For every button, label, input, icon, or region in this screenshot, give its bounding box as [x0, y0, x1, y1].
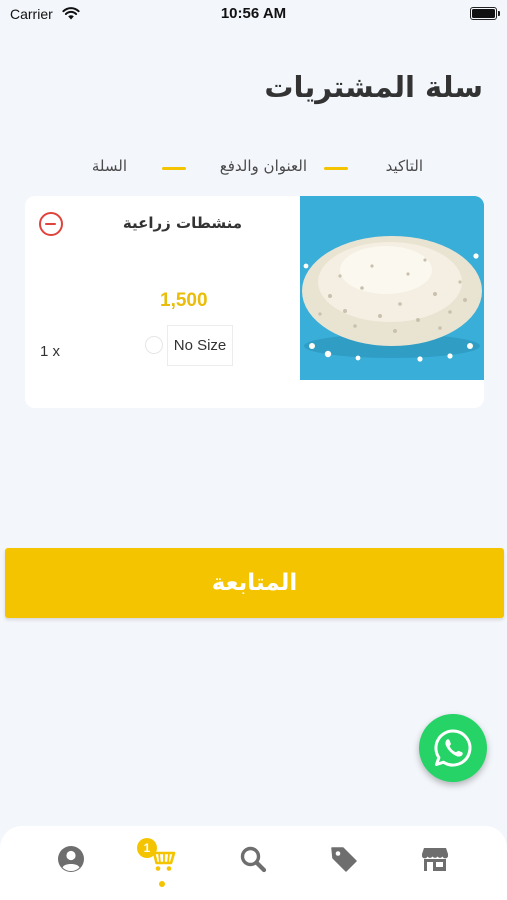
product-image	[300, 196, 484, 380]
step-address-payment: العنوان والدفع	[219, 157, 307, 175]
active-tab-indicator	[159, 881, 165, 887]
step-confirm: التاكيد	[385, 157, 423, 175]
cart-item-card: منشطات زراعية 1,500 1 x No Size	[25, 196, 484, 408]
user-icon	[58, 846, 84, 872]
step-separator	[162, 167, 186, 170]
checkout-steps: التاكيد العنوان والدفع السلة	[0, 155, 507, 181]
size-option[interactable]: No Size	[167, 325, 233, 366]
tab-profile[interactable]	[51, 840, 91, 880]
battery-icon	[470, 7, 500, 20]
product-name: منشطات زراعية	[122, 214, 242, 232]
product-price: 1,500	[160, 290, 208, 311]
store-icon	[422, 848, 448, 871]
tab-offers[interactable]	[324, 840, 364, 880]
clock: 10:56 AM	[220, 5, 287, 22]
whatsapp-button[interactable]	[419, 714, 487, 782]
item-quantity: 1 x	[40, 343, 61, 360]
tab-search[interactable]	[233, 840, 273, 880]
tab-bar: 1	[0, 826, 507, 900]
page-title: سلة المشتريات	[264, 70, 483, 104]
size-radio[interactable]	[145, 336, 163, 354]
cart-count-badge: 1	[137, 838, 157, 858]
tab-store[interactable]	[415, 840, 455, 880]
remove-item-icon[interactable]	[39, 212, 63, 236]
step-separator	[324, 167, 348, 170]
step-cart: السلة	[91, 157, 127, 175]
status-bar: Carrier 10:56 AM	[0, 0, 507, 28]
tag-icon	[331, 847, 357, 872]
search-icon	[240, 846, 267, 873]
continue-button[interactable]: المتابعة	[5, 548, 504, 618]
whatsapp-icon	[434, 729, 472, 767]
